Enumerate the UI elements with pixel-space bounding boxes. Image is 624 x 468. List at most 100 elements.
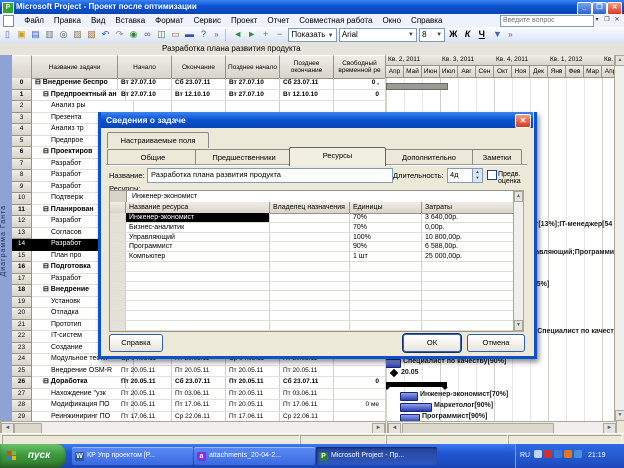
resource-units-cell[interactable]: 1 шт bbox=[350, 252, 422, 262]
estimated-checkbox[interactable] bbox=[487, 170, 497, 180]
row-number[interactable]: 2 bbox=[12, 101, 32, 113]
resource-row[interactable] bbox=[110, 282, 514, 292]
resource-cost-cell[interactable] bbox=[422, 301, 514, 311]
resource-row[interactable]: Бизнес-аналитик70%0,00р. bbox=[110, 223, 514, 233]
resource-cost-cell[interactable] bbox=[422, 311, 514, 321]
row-number[interactable]: 0 bbox=[12, 78, 32, 90]
underline-button[interactable]: Ч bbox=[476, 29, 488, 39]
gantt-wizard-icon[interactable]: ▬ bbox=[183, 28, 196, 41]
row-number[interactable]: 27 bbox=[12, 389, 32, 401]
task-date-cell[interactable]: Сб 23.07.11 bbox=[172, 78, 226, 90]
scroll-down-icon[interactable]: ▼ bbox=[514, 320, 523, 331]
gantt-vertical-scrollbar[interactable]: ▲ ▼ bbox=[614, 55, 624, 421]
task-date-cell[interactable]: Пт 20.05.11 bbox=[226, 377, 280, 389]
resource-name-cell[interactable]: Бизнес-аналитик bbox=[126, 223, 270, 233]
indent-icon[interactable]: ► bbox=[245, 28, 258, 41]
row-number[interactable]: 14 bbox=[12, 239, 32, 251]
scroll-up-icon[interactable]: ▲ bbox=[514, 191, 523, 202]
task-information-dialog[interactable]: Сведения о задаче ✕ Настраиваемые поля О… bbox=[98, 112, 537, 359]
menu-Окно[interactable]: Окно bbox=[377, 14, 406, 27]
table-row[interactable]: 29Реинжиниринг ПОПт 17.06.11Ср 22.06.11П… bbox=[12, 412, 386, 422]
resource-owner-cell[interactable] bbox=[270, 291, 350, 301]
task-slack-cell[interactable]: 0 , bbox=[334, 78, 386, 90]
resource-units-cell[interactable]: 70% bbox=[350, 223, 422, 233]
task-date-cell[interactable]: Ср 22.06.11 bbox=[280, 412, 334, 422]
gantt-summary-bar[interactable] bbox=[386, 382, 447, 387]
task-name-cell[interactable]: ⊟ Доработка bbox=[32, 377, 126, 389]
dialog-close-icon[interactable]: ✕ bbox=[515, 114, 531, 128]
update-icon[interactable] bbox=[564, 450, 572, 458]
bold-button[interactable]: Ж bbox=[447, 29, 459, 39]
resource-row[interactable] bbox=[110, 321, 514, 331]
resource-cost-cell[interactable]: 6 588,00р. bbox=[422, 242, 514, 252]
resource-units-cell[interactable] bbox=[350, 291, 422, 301]
column-header[interactable]: Название задачи bbox=[32, 55, 118, 79]
resource-units-cell[interactable]: 100% bbox=[350, 233, 422, 243]
resource-row[interactable]: Программист90%6 588,00р. bbox=[110, 242, 514, 252]
tab-Предшественники[interactable]: Предшественники bbox=[195, 149, 293, 165]
show-dropdown[interactable]: Показать ▼ bbox=[288, 28, 336, 42]
menu-Справка[interactable]: Справка bbox=[406, 14, 447, 27]
ok-button[interactable]: ОК bbox=[403, 334, 461, 352]
resource-cost-cell[interactable]: 3 640,00р. bbox=[422, 213, 514, 223]
clock[interactable]: 21:19 bbox=[588, 452, 606, 459]
task-date-cell[interactable]: Пт 20.05.11 bbox=[226, 400, 280, 412]
task-date-cell[interactable]: Пт 20.05.11 bbox=[172, 366, 226, 378]
scroll-up-icon[interactable]: ▲ bbox=[615, 55, 624, 66]
resource-units-cell[interactable] bbox=[350, 311, 422, 321]
taskbar-task-2[interactable]: aattachments_20-04-2... bbox=[194, 447, 315, 465]
hyperlink-icon[interactable]: ◉ bbox=[127, 28, 140, 41]
row-number[interactable]: 22 bbox=[12, 331, 32, 343]
task-slack-cell[interactable]: 0 bbox=[334, 377, 386, 389]
column-header[interactable]: Окончание bbox=[172, 55, 226, 79]
menu-Файл[interactable]: Файл bbox=[19, 14, 49, 27]
resource-owner-cell[interactable] bbox=[270, 311, 350, 321]
menu-Отчет[interactable]: Отчет bbox=[262, 14, 294, 27]
scroll-down-icon[interactable]: ▼ bbox=[615, 410, 624, 421]
help-button[interactable]: Справка bbox=[109, 334, 163, 352]
row-number[interactable]: 20 bbox=[12, 308, 32, 320]
gantt-task-bar[interactable] bbox=[400, 414, 420, 421]
gantt-task-bar[interactable] bbox=[400, 403, 432, 412]
question-input[interactable] bbox=[500, 15, 594, 27]
row-number[interactable]: 24 bbox=[12, 354, 32, 366]
table-row[interactable]: 2Анализ ры bbox=[12, 101, 386, 113]
resource-cost-cell[interactable]: 25 000,00р. bbox=[422, 252, 514, 262]
resource-owner-cell[interactable] bbox=[270, 233, 350, 243]
task-date-cell[interactable]: Пт 17.06.11 bbox=[226, 412, 280, 422]
task-date-cell[interactable]: Пт 20.05.11 bbox=[118, 366, 172, 378]
row-number[interactable]: 1 bbox=[12, 90, 32, 102]
resource-row[interactable]: Инженер-экономист 70%3 640,00р. bbox=[110, 213, 514, 223]
resource-name-cell[interactable]: Управляющий bbox=[126, 233, 270, 243]
row-number[interactable]: 16 bbox=[12, 262, 32, 274]
row-number[interactable]: 25 bbox=[12, 366, 32, 378]
save-icon[interactable]: ▤ bbox=[29, 28, 42, 41]
column-header[interactable]: Начало bbox=[118, 55, 172, 79]
column-header[interactable]: Позднее окончание bbox=[280, 55, 334, 79]
resource-row[interactable]: Компьютер1 шт25 000,00р. bbox=[110, 252, 514, 262]
tab-Ресурсы[interactable]: Ресурсы bbox=[289, 147, 386, 166]
resource-units-cell[interactable]: 70% bbox=[350, 213, 422, 223]
resource-name-cell[interactable] bbox=[126, 321, 270, 331]
task-date-cell[interactable]: Вт 12.10.10 bbox=[280, 90, 334, 102]
dialog-titlebar[interactable]: Сведения о задаче ✕ bbox=[101, 112, 533, 128]
row-number[interactable]: 13 bbox=[12, 228, 32, 240]
menu-Правка[interactable]: Правка bbox=[49, 14, 86, 27]
copy-icon[interactable]: ▨ bbox=[71, 28, 84, 41]
show-subtasks-icon[interactable]: + bbox=[259, 28, 272, 41]
resource-row[interactable]: Управляющий100%10 800,00р. bbox=[110, 233, 514, 243]
duration-spinner[interactable]: ▲▼ bbox=[472, 168, 483, 183]
task-name-input[interactable]: Разработка плана развития продукта bbox=[147, 168, 393, 183]
resource-name-cell[interactable]: Инженер-экономист bbox=[126, 213, 270, 223]
resource-units-cell[interactable] bbox=[350, 321, 422, 331]
resource-name-cell[interactable] bbox=[126, 311, 270, 321]
task-date-cell[interactable]: Пт 20.05.11 bbox=[226, 366, 280, 378]
row-number[interactable]: 4 bbox=[12, 124, 32, 136]
menu-Проект[interactable]: Проект bbox=[226, 14, 262, 27]
resource-owner-cell[interactable] bbox=[270, 321, 350, 331]
resource-owner-cell[interactable] bbox=[270, 223, 350, 233]
row-number[interactable]: 9 bbox=[12, 182, 32, 194]
task-slack-cell[interactable] bbox=[334, 412, 386, 422]
resource-units-cell[interactable] bbox=[350, 301, 422, 311]
row-number[interactable]: 18 bbox=[12, 285, 32, 297]
